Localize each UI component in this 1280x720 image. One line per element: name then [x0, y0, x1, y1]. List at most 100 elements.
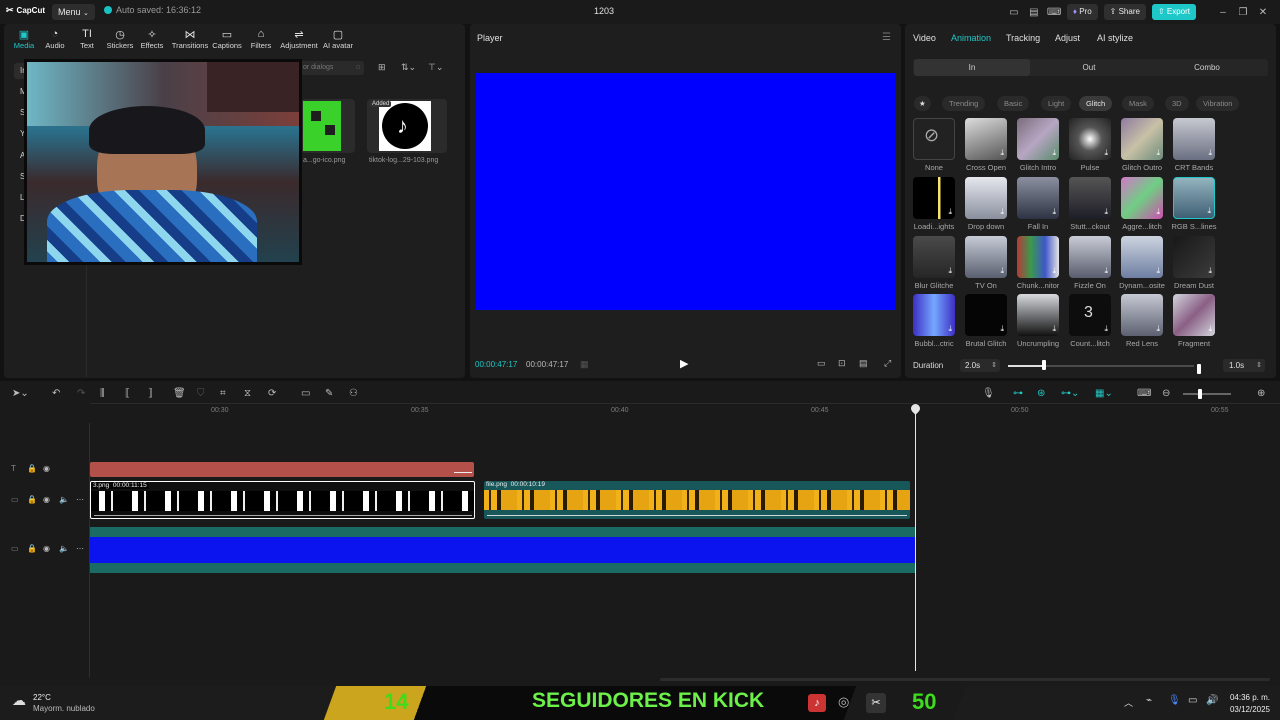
effect-thumbnail[interactable]: ⤓ — [913, 177, 955, 219]
audio-mute-icon[interactable]: 🔈 — [59, 495, 69, 504]
tab-video[interactable]: Video — [913, 33, 936, 43]
tab-ai-stylize[interactable]: AI stylize — [1097, 33, 1133, 43]
effect-thumbnail[interactable]: ⤓ — [965, 236, 1007, 278]
aspect-ratio-icon[interactable]: ▭ — [817, 358, 826, 369]
display-icon[interactable]: ▭ — [1188, 695, 1197, 706]
visibility-icon[interactable]: ◉ — [43, 544, 50, 553]
zoom-slider-track[interactable] — [1183, 393, 1231, 395]
lock-icon[interactable]: 🔒 — [27, 464, 37, 473]
favorites-chip[interactable]: ★ — [914, 96, 931, 111]
crop-icon[interactable]: ⊡ — [838, 358, 846, 369]
export-button[interactable]: ⇧ Export — [1151, 4, 1196, 20]
lock-icon[interactable]: 🔒 — [27, 495, 37, 504]
rotate-icon[interactable]: ⟳ — [268, 388, 276, 399]
duration-slider-handle[interactable] — [1042, 360, 1046, 370]
split-icon[interactable]: ⫼ — [100, 388, 105, 399]
delete-icon[interactable]: 🗑 — [173, 388, 186, 399]
effect-thumbnail[interactable]: ⊘ — [913, 118, 955, 160]
shield-icon[interactable]: ⛉ — [197, 388, 205, 399]
freeze-icon[interactable]: ▭ — [301, 388, 310, 399]
effect-thumbnail[interactable]: ⤓ — [913, 236, 955, 278]
effect-thumbnail[interactable]: ⤓ — [1121, 294, 1163, 336]
duration-end-input[interactable]: 1.0s ⇕ — [1223, 359, 1265, 372]
category-vibration[interactable]: Vibration — [1196, 96, 1240, 111]
linkage-icon[interactable]: ⊶⌄ — [1061, 388, 1079, 399]
category-3d[interactable]: 3D — [1165, 96, 1189, 111]
capcut-app-icon[interactable]: ✂ — [866, 693, 886, 713]
clip-fade-handle[interactable] — [454, 472, 472, 473]
playhead[interactable] — [915, 409, 916, 671]
browser-app-icon[interactable]: ◎ — [838, 694, 849, 710]
more-icon[interactable]: ⋯ — [76, 495, 84, 504]
effect-thumbnail[interactable]: ⤓ — [1173, 118, 1215, 160]
preview-axis-icon[interactable]: ▦⌄ — [1095, 388, 1113, 399]
player-canvas[interactable] — [476, 73, 895, 310]
mic-tray-icon[interactable]: 🎙 — [1168, 695, 1181, 706]
red-clip[interactable] — [90, 462, 474, 477]
search-input[interactable]: or dialogs ◌ — [300, 61, 364, 75]
category-basic[interactable]: Basic — [997, 96, 1030, 111]
tab-adjust[interactable]: Adjust — [1055, 33, 1080, 43]
filter-icon[interactable]: ⊤⌄ — [428, 62, 443, 73]
segment-out[interactable]: Out — [1031, 59, 1147, 76]
visibility-icon[interactable]: ◉ — [43, 464, 50, 473]
main-track-clip[interactable] — [90, 527, 915, 573]
share-button[interactable]: ⇪ Share — [1103, 4, 1146, 20]
tool-adjustment[interactable]: ⇌ Adjustment — [279, 28, 319, 50]
magnet-icon[interactable]: ⊛ — [1037, 388, 1045, 399]
pro-button[interactable]: ♦ Pro — [1066, 4, 1098, 20]
category-trending[interactable]: Trending — [942, 96, 986, 111]
play-icon[interactable]: ▶ — [680, 357, 688, 370]
effect-thumbnail[interactable]: ⤓ — [1069, 177, 1111, 219]
category-light[interactable]: Light — [1041, 96, 1072, 111]
tool-ai-avatar[interactable]: ▢ AI avatar — [318, 28, 358, 50]
effect-thumbnail[interactable]: ⤓ — [965, 118, 1007, 160]
split-right-icon[interactable]: ⟧ — [148, 388, 153, 399]
player-menu-icon[interactable]: ☰ — [882, 32, 891, 43]
shortcuts-icon[interactable]: ⌨ — [1047, 7, 1061, 18]
media-thumb-tiktok[interactable]: ♪ Added — [367, 99, 447, 153]
effect-thumbnail[interactable]: ⤓ — [1017, 236, 1059, 278]
effect-thumbnail[interactable]: ⤓ — [1017, 118, 1059, 160]
chevron-up-icon[interactable]: ︿ — [1124, 696, 1133, 709]
zoom-out-icon[interactable]: ⊖ — [1162, 388, 1170, 399]
effect-thumbnail[interactable]: ⤓ — [965, 177, 1007, 219]
zoom-slider-handle[interactable] — [1198, 389, 1202, 399]
grid-view-icon[interactable]: ⊞ — [378, 62, 386, 73]
music-app-icon[interactable]: ♪ — [808, 694, 826, 712]
segment-in[interactable]: In — [914, 59, 1030, 76]
caption-track-icon[interactable]: ⌨ — [1137, 388, 1151, 399]
redo-icon[interactable]: ↷ — [77, 388, 85, 399]
lock-icon[interactable]: 🔒 — [27, 544, 37, 553]
tool-filters[interactable]: ⌂ Filters — [241, 28, 281, 50]
layout-icon[interactable]: ▭ — [1007, 7, 1021, 18]
microphone-icon[interactable]: 🎙 — [982, 388, 995, 399]
effect-thumbnail[interactable]: ⤓ — [1121, 236, 1163, 278]
crop-tool-icon[interactable]: ⌗ — [220, 388, 226, 399]
effect-thumbnail[interactable]: ⤓ — [965, 294, 1007, 336]
close-icon[interactable]: ✕ — [1256, 7, 1270, 18]
split-left-icon[interactable]: ⟦ — [125, 388, 130, 399]
effect-thumbnail[interactable]: ⤓ — [913, 294, 955, 336]
timecode-grid-icon[interactable]: ▦ — [580, 359, 589, 370]
timeline-scrollbar[interactable] — [660, 678, 1270, 681]
duration-end-handle[interactable] — [1197, 364, 1201, 374]
magic-icon[interactable]: ✎ — [325, 388, 333, 399]
mirror-icon[interactable]: ⧖ — [244, 388, 251, 399]
minimize-icon[interactable]: – — [1216, 7, 1230, 18]
category-mask[interactable]: Mask — [1122, 96, 1154, 111]
person-icon[interactable]: ⚇ — [349, 388, 358, 399]
tool-transitions[interactable]: ⋈ Transitions — [170, 28, 210, 50]
file-clip[interactable]: file.png 00:00:10:19 — [484, 481, 910, 519]
tool-effects[interactable]: ✧ Effects — [132, 28, 172, 50]
effect-thumbnail[interactable]: ⤓ — [1069, 236, 1111, 278]
sort-icon[interactable]: ⇅⌄ — [401, 62, 416, 73]
undo-icon[interactable]: ↶ — [52, 388, 60, 399]
more-icon[interactable]: ⋯ — [76, 544, 84, 553]
segment-combo[interactable]: Combo — [1148, 59, 1266, 76]
effect-thumbnail[interactable]: ⤓ — [1017, 294, 1059, 336]
volume-icon[interactable]: 🔊 — [1206, 695, 1218, 706]
tiktok-clip[interactable]: 3.png 00:00:11:15 — [90, 481, 475, 519]
menu-button[interactable]: Menu ⌄ — [52, 4, 95, 20]
effect-thumbnail[interactable]: ⤓ — [1173, 294, 1215, 336]
